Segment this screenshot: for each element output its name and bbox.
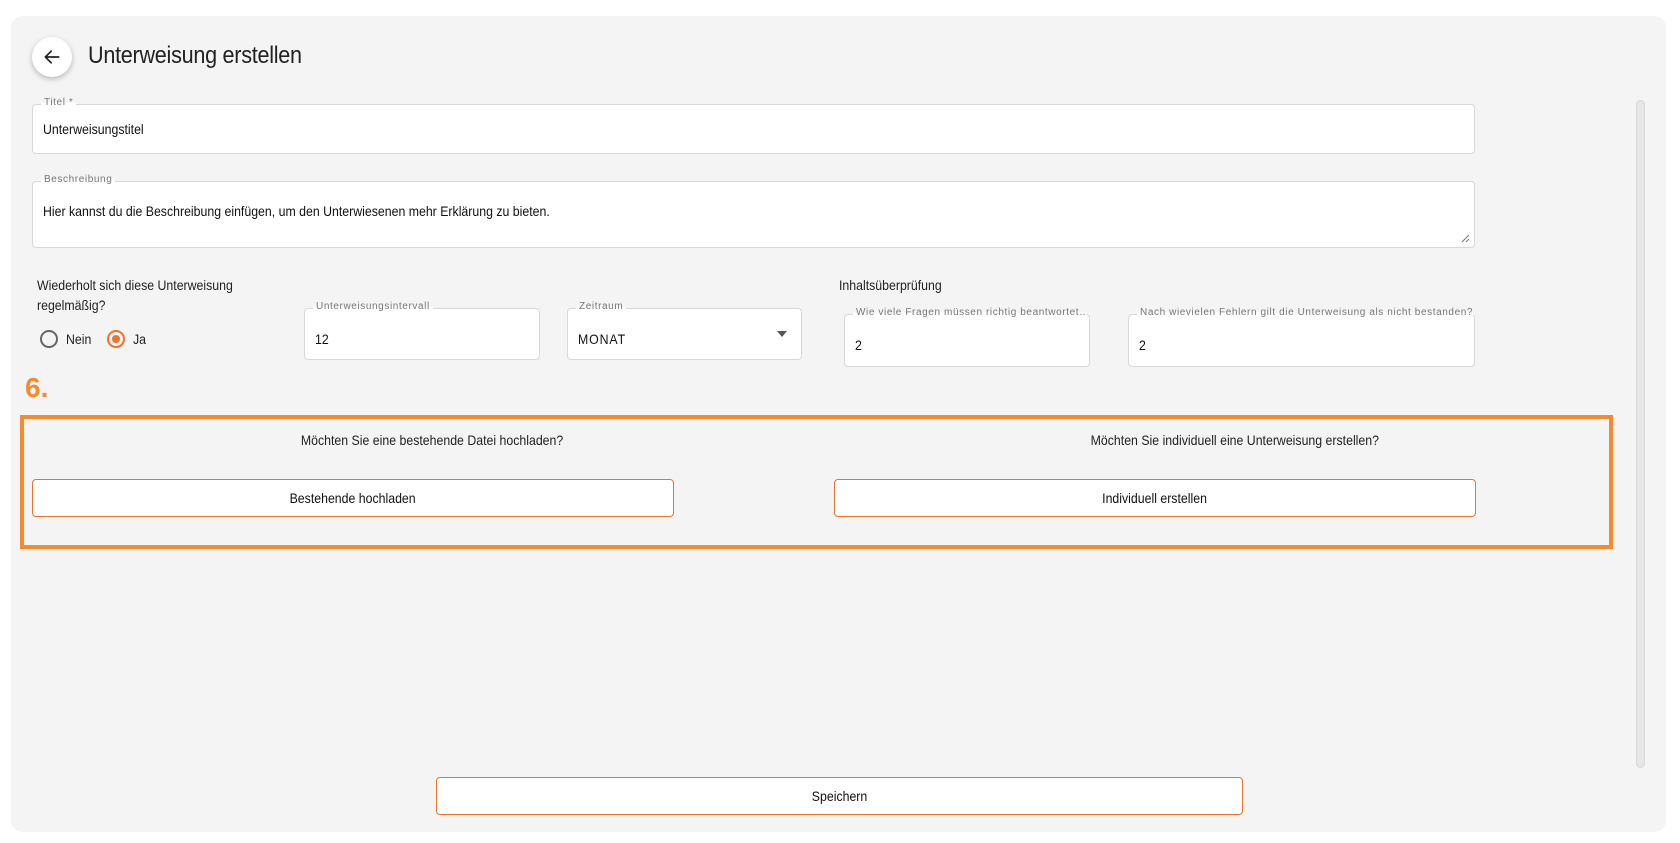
resize-handle-icon[interactable] xyxy=(1460,233,1470,243)
correct-answers-field-value: 2 xyxy=(855,337,862,353)
radio-ja-label: Ja xyxy=(133,331,147,347)
correct-answers-field-label: Wie viele Fragen müssen richtig beantwor… xyxy=(853,307,1087,318)
max-errors-field[interactable]: Nach wievielen Fehlern gilt die Unterwei… xyxy=(1128,307,1475,367)
period-select[interactable]: Zeitraum MONAT xyxy=(567,301,802,360)
create-individual-button[interactable]: Individuell erstellen xyxy=(834,479,1476,517)
save-button[interactable]: Speichern xyxy=(436,777,1243,815)
title-field-value: Unterweisungstitel xyxy=(43,121,144,137)
upload-question: Möchten Sie eine bestehende Datei hochla… xyxy=(301,432,564,448)
content-check-heading: Inhaltsüberprüfung xyxy=(839,277,942,293)
interval-field-value: 12 xyxy=(315,331,329,347)
radio-ja-circle xyxy=(107,330,125,348)
description-field-value: Hier kannst du die Beschreibung einfügen… xyxy=(43,203,550,219)
description-field-label: Beschreibung xyxy=(41,174,116,185)
max-errors-field-label: Nach wievielen Fehlern gilt die Unterwei… xyxy=(1137,307,1473,318)
interval-field-label: Unterweisungsintervall xyxy=(313,301,433,312)
arrow-left-icon xyxy=(44,50,60,64)
radio-nein[interactable]: Nein xyxy=(40,330,95,348)
repeat-question: Wiederholt sich diese Unterweisung regel… xyxy=(37,277,233,313)
radio-ja[interactable]: Ja xyxy=(107,330,148,348)
period-select-label: Zeitraum xyxy=(576,301,627,312)
correct-answers-field[interactable]: Wie viele Fragen müssen richtig beantwor… xyxy=(844,307,1090,367)
upload-existing-button[interactable]: Bestehende hochladen xyxy=(32,479,674,517)
back-button[interactable] xyxy=(32,37,72,77)
description-field[interactable]: Beschreibung Hier kannst du die Beschrei… xyxy=(32,174,1475,248)
page-title: Unterweisung erstellen xyxy=(88,42,302,69)
title-field-label: Titel * xyxy=(41,97,77,108)
interval-field[interactable]: Unterweisungsintervall 12 xyxy=(304,301,540,360)
radio-nein-label: Nein xyxy=(66,331,92,347)
step-number: 6. xyxy=(25,372,49,403)
scrollbar[interactable] xyxy=(1636,100,1645,768)
period-select-value: MONAT xyxy=(578,331,626,347)
radio-nein-circle xyxy=(40,330,58,348)
chevron-down-icon xyxy=(777,331,787,337)
max-errors-field-value: 2 xyxy=(1139,337,1146,353)
title-field[interactable]: Titel * Unterweisungstitel xyxy=(32,97,1475,154)
create-question: Möchten Sie individuell eine Unterweisun… xyxy=(1090,432,1379,448)
